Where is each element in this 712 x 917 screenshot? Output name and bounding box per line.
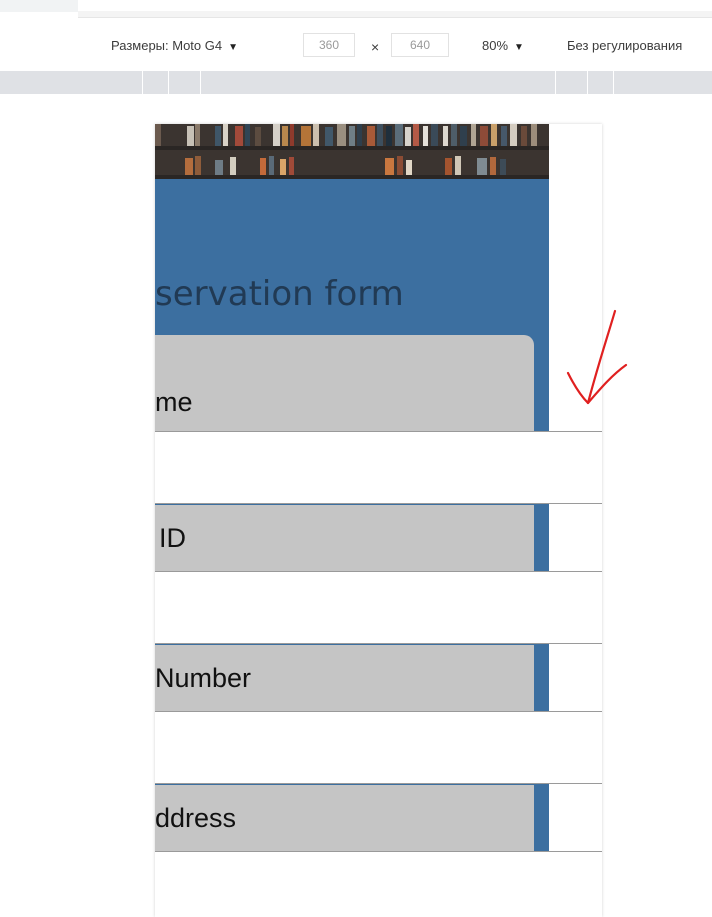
throttle-select[interactable]: Без регулирования (567, 38, 682, 53)
form-card (155, 335, 534, 431)
field-label-row: ID (155, 505, 602, 572)
page-background-edge (534, 785, 549, 852)
caret-down-icon: ▼ (228, 42, 239, 53)
device-toolbar: Размеры: Moto G4 ▼ × 80% ▼ Без регулирован… (0, 30, 712, 62)
dimension-separator: × (371, 39, 380, 55)
ruler-tick (555, 71, 556, 94)
ruler-tick (613, 71, 614, 94)
field-label-number: Number (155, 663, 252, 693)
device-label: Размеры: Moto G4 (111, 38, 223, 53)
page-background-edge (534, 505, 549, 572)
ruler-tick (587, 71, 588, 94)
device-select[interactable]: Размеры: Moto G4 ▼ (111, 38, 238, 53)
address-input[interactable] (155, 851, 602, 917)
field-label-address: ddress (155, 803, 237, 833)
bookshelf-banner-image (155, 124, 549, 179)
browser-tab-strip (0, 0, 712, 26)
active-tab-edge (0, 0, 78, 12)
field-label-id: ID (159, 523, 186, 553)
device-viewport[interactable]: servation form me ID Number ddress (155, 124, 602, 917)
name-input[interactable] (155, 431, 602, 504)
throttle-label: Без регулирования (567, 38, 683, 53)
number-input[interactable] (155, 711, 602, 784)
zoom-select[interactable]: 80% ▼ (482, 38, 524, 53)
field-label-row: Number (155, 645, 602, 712)
field-label-name: me (155, 387, 193, 417)
label-background (155, 505, 534, 572)
form-title: servation form (155, 274, 404, 314)
hand-drawn-arrow-icon (566, 309, 628, 405)
ruler-tick (200, 71, 201, 94)
address-bar-area (78, 11, 712, 18)
caret-down-icon: ▼ (514, 42, 524, 53)
height-input[interactable] (391, 33, 449, 57)
zoom-label: 80% (482, 38, 509, 53)
id-input[interactable] (155, 571, 602, 644)
width-input[interactable] (303, 33, 355, 57)
field-label-row: ddress (155, 785, 602, 852)
ruler-tick (168, 71, 169, 94)
ruler-tick (142, 71, 143, 94)
media-query-ruler[interactable] (0, 71, 712, 94)
page-background-edge (534, 645, 549, 712)
